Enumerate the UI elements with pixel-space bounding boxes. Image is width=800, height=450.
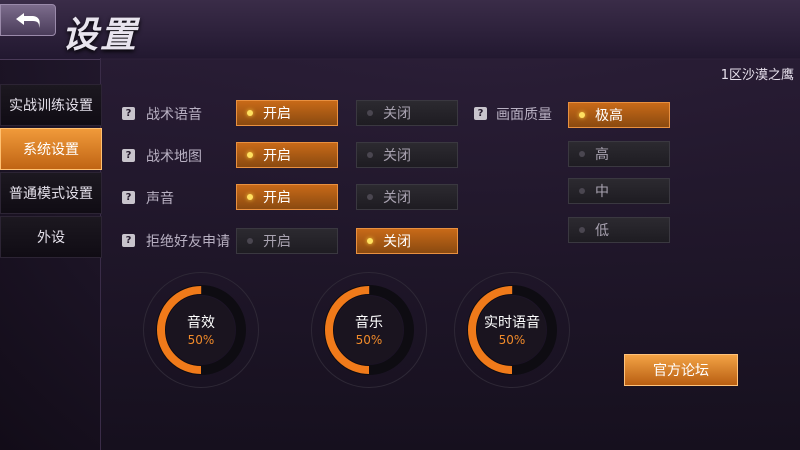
help-icon[interactable]: ? [122, 107, 135, 120]
dial-name: 音效 [187, 315, 215, 331]
row-label-tactical-voice: 战术语音 [146, 107, 202, 123]
dial-name: 实时语音 [484, 315, 540, 331]
reject-friends-off-option[interactable]: 关闭 [356, 228, 458, 254]
help-icon[interactable]: ? [122, 234, 135, 247]
option-label: 关闭 [383, 234, 411, 250]
dial-value: 50% [355, 333, 383, 347]
dial-label: 实时语音 50% [464, 312, 560, 347]
option-label: 关闭 [383, 106, 411, 122]
radio-dot-icon [579, 151, 585, 157]
option-label: 开启 [263, 190, 291, 206]
dial-label: 音乐 50% [321, 312, 417, 347]
reject-friends-on-option[interactable]: 开启 [236, 228, 338, 254]
dial-name: 音乐 [355, 315, 383, 331]
tactical-voice-off-option[interactable]: 关闭 [356, 100, 458, 126]
help-icon[interactable]: ? [122, 149, 135, 162]
back-arrow-icon [16, 13, 40, 28]
radio-dot-icon [579, 227, 585, 233]
radio-dot-icon [367, 152, 373, 158]
sidebar: 实战训练设置 系统设置 普通模式设置 外设 [0, 84, 102, 260]
sidebar-item-system[interactable]: 系统设置 [0, 128, 102, 170]
sidebar-item-combat-training[interactable]: 实战训练设置 [0, 84, 102, 126]
row-label-tactical-map: 战术地图 [146, 149, 202, 165]
quality-high-option[interactable]: 高 [568, 141, 670, 167]
sound-on-option[interactable]: 开启 [236, 184, 338, 210]
option-label: 开启 [263, 148, 291, 164]
sound-off-option[interactable]: 关闭 [356, 184, 458, 210]
row-label-graphics-quality: 画面质量 [496, 107, 552, 123]
row-label-sound: 声音 [146, 191, 174, 207]
tactical-map-off-option[interactable]: 关闭 [356, 142, 458, 168]
dial-value: 50% [498, 333, 526, 347]
server-name: 1区沙漠之鹰 [720, 68, 794, 83]
option-label: 极高 [595, 108, 623, 124]
radio-dot-icon [367, 110, 373, 116]
row-label-reject-friend-requests: 拒绝好友申请 [146, 234, 230, 250]
realtime-voice-dial[interactable]: 实时语音 50% [454, 272, 570, 388]
tactical-map-on-option[interactable]: 开启 [236, 142, 338, 168]
option-label: 低 [595, 223, 609, 239]
dial-value: 50% [187, 333, 215, 347]
back-button[interactable] [0, 4, 56, 36]
sound-effects-dial[interactable]: 音效 50% [143, 272, 259, 388]
radio-dot-icon [579, 112, 585, 118]
dial-label: 音效 50% [153, 312, 249, 347]
top-bar: 设置 [0, 0, 800, 60]
option-label: 中 [595, 184, 609, 200]
radio-dot-icon [247, 238, 253, 244]
official-forum-button[interactable]: 官方论坛 [624, 354, 738, 386]
sidebar-item-peripherals[interactable]: 外设 [0, 216, 102, 258]
radio-dot-icon [247, 152, 253, 158]
radio-dot-icon [579, 188, 585, 194]
tactical-voice-on-option[interactable]: 开启 [236, 100, 338, 126]
option-label: 关闭 [383, 190, 411, 206]
radio-dot-icon [367, 194, 373, 200]
music-dial[interactable]: 音乐 50% [311, 272, 427, 388]
sidebar-item-normal-mode[interactable]: 普通模式设置 [0, 172, 102, 214]
option-label: 开启 [263, 106, 291, 122]
quality-low-option[interactable]: 低 [568, 217, 670, 243]
help-icon[interactable]: ? [122, 191, 135, 204]
help-icon[interactable]: ? [474, 107, 487, 120]
option-label: 关闭 [383, 148, 411, 164]
option-label: 开启 [263, 234, 291, 250]
quality-ultra-option[interactable]: 极高 [568, 102, 670, 128]
page-title: 设置 [62, 14, 139, 56]
radio-dot-icon [247, 110, 253, 116]
radio-dot-icon [247, 194, 253, 200]
option-label: 高 [595, 147, 609, 163]
quality-medium-option[interactable]: 中 [568, 178, 670, 204]
radio-dot-icon [367, 238, 373, 244]
